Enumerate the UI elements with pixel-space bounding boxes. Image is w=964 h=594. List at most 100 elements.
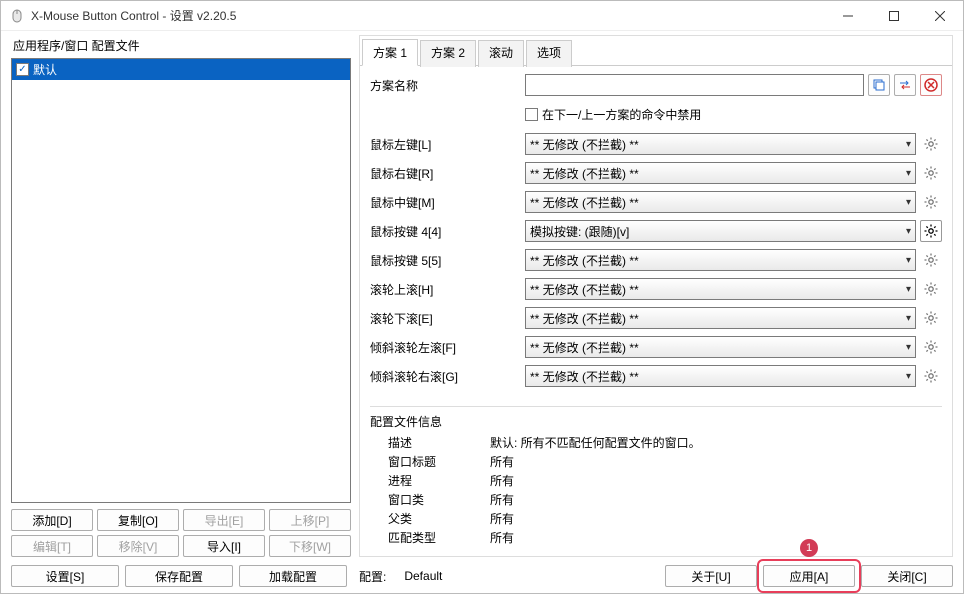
gear-icon <box>923 194 939 210</box>
mapping-select[interactable]: ** 无修改 (不拦截) ** <box>525 162 916 184</box>
gear-icon <box>923 339 939 355</box>
minimize-button[interactable] <box>825 1 871 30</box>
mapping-select[interactable]: ** 无修改 (不拦截) ** <box>525 249 916 271</box>
window-controls <box>825 1 963 30</box>
mapping-row: 鼠标按键 5[5]** 无修改 (不拦截) ** <box>370 249 942 271</box>
mapping-select[interactable]: ** 无修改 (不拦截) ** <box>525 336 916 358</box>
info-row-value: 所有 <box>490 491 942 508</box>
apply-button[interactable]: 应用[A] <box>763 565 855 587</box>
about-button[interactable]: 关于[U] <box>665 565 757 587</box>
gear-icon <box>923 136 939 152</box>
mapping-label: 倾斜滚轮左滚[F] <box>370 339 525 356</box>
mapping-row: 滚轮上滚[H]** 无修改 (不拦截) ** <box>370 278 942 300</box>
load-config-button[interactable]: 加载配置 <box>239 565 347 587</box>
config-label: 配置: <box>353 568 392 585</box>
info-row-label: 进程 <box>370 472 490 489</box>
info-row-label: 窗口类 <box>370 491 490 508</box>
moveup-button[interactable]: 上移[P] <box>269 509 351 531</box>
swap-layer-button[interactable] <box>894 74 916 96</box>
mapping-row: 滚轮下滚[E]** 无修改 (不拦截) ** <box>370 307 942 329</box>
info-row-value: 所有 <box>490 453 942 470</box>
info-row: 匹配类型所有 <box>370 529 942 546</box>
tab-layer2[interactable]: 方案 2 <box>420 40 476 67</box>
profiles-list[interactable]: ✓ 默认 <box>11 58 351 503</box>
main-area: 应用程序/窗口 配置文件 ✓ 默认 添加[D] 复制[O] 导出[E] 上移[P… <box>11 35 953 557</box>
delete-icon <box>924 78 938 92</box>
profile-item-label: 默认 <box>33 61 57 78</box>
footer: 设置[S] 保存配置 加载配置 配置: Default 关于[U] 应用[A] … <box>11 557 953 587</box>
import-button[interactable]: 导入[I] <box>183 535 265 557</box>
info-row-value: 所有 <box>490 472 942 489</box>
tab-scroll[interactable]: 滚动 <box>478 40 524 67</box>
mapping-row: 鼠标左键[L]** 无修改 (不拦截) ** <box>370 133 942 155</box>
mapping-label: 鼠标按键 4[4] <box>370 223 525 240</box>
titlebar: X-Mouse Button Control - 设置 v2.20.5 <box>1 1 963 31</box>
config-value: Default <box>398 569 468 583</box>
delete-layer-button[interactable] <box>920 74 942 96</box>
mapping-gear-button[interactable] <box>920 278 942 300</box>
mapping-gear-button[interactable] <box>920 249 942 271</box>
gear-icon <box>923 165 939 181</box>
mapping-row: 倾斜滚轮右滚[G]** 无修改 (不拦截) ** <box>370 365 942 387</box>
mapping-gear-button[interactable] <box>920 133 942 155</box>
mapping-select[interactable]: ** 无修改 (不拦截) ** <box>525 191 916 213</box>
remove-button[interactable]: 移除[V] <box>97 535 179 557</box>
disable-row: 在下一/上一方案的命令中禁用 <box>370 103 942 125</box>
settings-button[interactable]: 设置[S] <box>11 565 119 587</box>
edit-button[interactable]: 编辑[T] <box>11 535 93 557</box>
close-button[interactable] <box>917 1 963 30</box>
info-row: 进程所有 <box>370 472 942 489</box>
movedown-button[interactable]: 下移[W] <box>269 535 351 557</box>
mapping-gear-button[interactable] <box>920 162 942 184</box>
gear-icon <box>923 252 939 268</box>
info-row-label: 窗口标题 <box>370 453 490 470</box>
copy-layer-button[interactable] <box>868 74 890 96</box>
profiles-label: 应用程序/窗口 配置文件 <box>11 35 351 58</box>
layer-name-label: 方案名称 <box>370 77 525 94</box>
gear-icon <box>923 281 939 297</box>
profile-buttons: 添加[D] 复制[O] 导出[E] 上移[P] 编辑[T] 移除[V] 导入[I… <box>11 509 351 557</box>
close-dialog-button[interactable]: 关闭[C] <box>861 565 953 587</box>
disable-checkbox[interactable] <box>525 108 538 121</box>
tab-body: 方案名称 <box>360 66 952 556</box>
app-icon <box>9 8 25 24</box>
mapping-gear-button[interactable] <box>920 307 942 329</box>
profiles-panel: 应用程序/窗口 配置文件 ✓ 默认 添加[D] 复制[O] 导出[E] 上移[P… <box>11 35 351 557</box>
mapping-gear-button[interactable] <box>920 191 942 213</box>
add-button[interactable]: 添加[D] <box>11 509 93 531</box>
mapping-label: 鼠标左键[L] <box>370 136 525 153</box>
window-title: X-Mouse Button Control - 设置 v2.20.5 <box>31 7 825 24</box>
gear-icon <box>923 223 939 239</box>
mapping-gear-button[interactable] <box>920 365 942 387</box>
main-window: X-Mouse Button Control - 设置 v2.20.5 应用程序… <box>0 0 964 594</box>
tab-options[interactable]: 选项 <box>526 40 572 67</box>
maximize-button[interactable] <box>871 1 917 30</box>
info-row-value: 所有 <box>490 510 942 527</box>
mapping-select[interactable]: ** 无修改 (不拦截) ** <box>525 133 916 155</box>
gear-icon <box>923 368 939 384</box>
save-config-button[interactable]: 保存配置 <box>125 565 233 587</box>
tabs: 方案 1 方案 2 滚动 选项 <box>360 36 952 66</box>
disable-label: 在下一/上一方案的命令中禁用 <box>542 106 701 123</box>
mapping-label: 滚轮下滚[E] <box>370 310 525 327</box>
export-button[interactable]: 导出[E] <box>183 509 265 531</box>
mapping-gear-button[interactable] <box>920 220 942 242</box>
mapping-label: 鼠标按键 5[5] <box>370 252 525 269</box>
info-row: 窗口类所有 <box>370 491 942 508</box>
layer-name-input[interactable] <box>525 74 864 96</box>
mapping-label: 鼠标右键[R] <box>370 165 525 182</box>
swap-icon <box>898 78 912 92</box>
tab-layer1[interactable]: 方案 1 <box>362 39 418 66</box>
mapping-select[interactable]: ** 无修改 (不拦截) ** <box>525 278 916 300</box>
copy-button[interactable]: 复制[O] <box>97 509 179 531</box>
mapping-row: 鼠标右键[R]** 无修改 (不拦截) ** <box>370 162 942 184</box>
copy-icon <box>872 78 886 92</box>
profile-checkbox[interactable]: ✓ <box>16 63 29 76</box>
mapping-select[interactable]: 模拟按键: (跟随)[v] <box>525 220 916 242</box>
content-area: 应用程序/窗口 配置文件 ✓ 默认 添加[D] 复制[O] 导出[E] 上移[P… <box>1 31 963 593</box>
mapping-select[interactable]: ** 无修改 (不拦截) ** <box>525 307 916 329</box>
mapping-select[interactable]: ** 无修改 (不拦截) ** <box>525 365 916 387</box>
mapping-row: 倾斜滚轮左滚[F]** 无修改 (不拦截) ** <box>370 336 942 358</box>
profile-item[interactable]: ✓ 默认 <box>12 59 350 80</box>
mapping-gear-button[interactable] <box>920 336 942 358</box>
